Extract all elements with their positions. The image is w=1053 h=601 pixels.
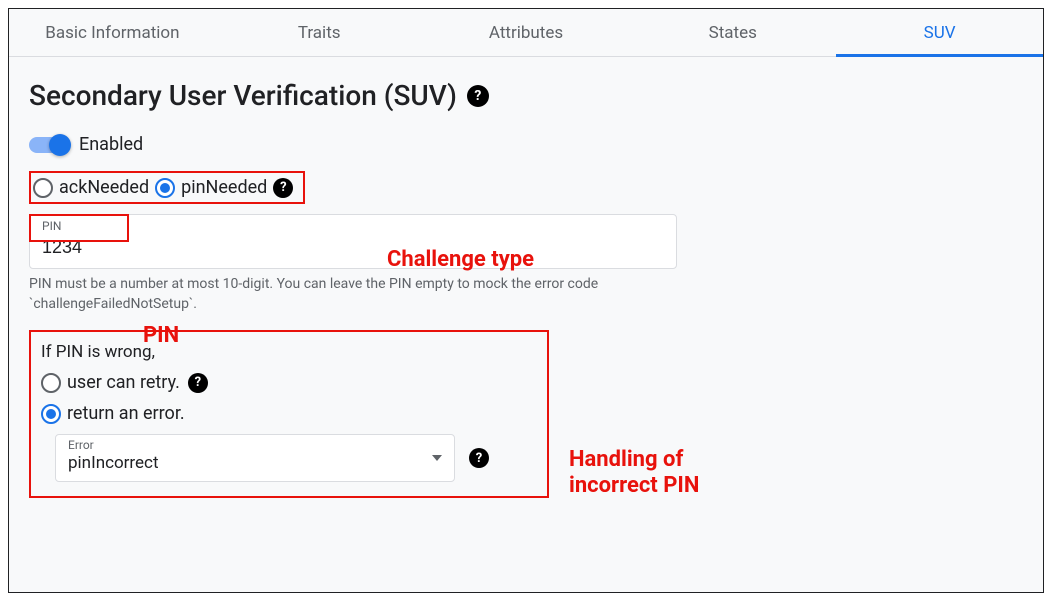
enabled-toggle[interactable]: [29, 137, 69, 153]
radio-return-error[interactable]: return an error.: [41, 403, 185, 424]
page-title: Secondary User Verification (SUV): [29, 79, 457, 112]
challenge-type-group: ackNeeded pinNeeded ?: [29, 171, 305, 204]
tab-states[interactable]: States: [629, 10, 836, 56]
enabled-toggle-row: Enabled: [29, 134, 1023, 155]
radio-label-pinneeded: pinNeeded: [181, 177, 267, 198]
radio-user-can-retry-row: user can retry. ?: [41, 372, 533, 393]
tab-basic-information[interactable]: Basic Information: [9, 10, 216, 56]
help-icon[interactable]: ?: [469, 448, 489, 468]
radio-button-error[interactable]: [41, 404, 61, 424]
radio-label-ackneeded: ackNeeded: [59, 177, 149, 198]
radio-button-pinneeded[interactable]: [155, 178, 175, 198]
tab-suv[interactable]: SUV: [836, 10, 1043, 56]
radio-button-retry[interactable]: [41, 373, 61, 393]
radio-ackneeded[interactable]: ackNeeded: [33, 177, 149, 198]
help-icon[interactable]: ?: [273, 178, 293, 198]
wrong-pin-group: If PIN is wrong, user can retry. ? retur…: [29, 330, 549, 498]
radio-user-can-retry[interactable]: user can retry.: [41, 372, 180, 393]
radio-pinneeded[interactable]: pinNeeded: [155, 177, 267, 198]
pin-helper-text: PIN must be a number at most 10-digit. Y…: [29, 275, 677, 314]
error-select[interactable]: Error pinIncorrect: [55, 434, 455, 482]
pin-float-label: PIN: [42, 219, 61, 233]
radio-label-retry: user can retry.: [67, 372, 180, 393]
chevron-down-icon: [432, 455, 442, 461]
wrong-pin-prompt: If PIN is wrong,: [41, 342, 533, 362]
content-area: Secondary User Verification (SUV) ? Enab…: [9, 57, 1043, 520]
tab-attributes[interactable]: Attributes: [423, 10, 630, 56]
tab-traits[interactable]: Traits: [216, 10, 423, 56]
radio-button-ackneeded[interactable]: [33, 178, 53, 198]
radio-label-error: return an error.: [67, 403, 185, 424]
tab-bar: Basic Information Traits Attributes Stat…: [9, 9, 1043, 57]
help-icon[interactable]: ?: [188, 373, 208, 393]
pin-field[interactable]: PIN: [29, 214, 677, 269]
enabled-toggle-label: Enabled: [79, 134, 143, 155]
annotation-handling: Handling of incorrect PIN: [569, 447, 769, 500]
radio-return-error-row: return an error.: [41, 403, 533, 424]
error-float-label: Error: [68, 438, 94, 452]
error-select-row: Error pinIncorrect ?: [55, 434, 533, 482]
app-window: Basic Information Traits Attributes Stat…: [8, 8, 1044, 593]
help-icon[interactable]: ?: [467, 85, 489, 107]
page-title-row: Secondary User Verification (SUV) ?: [29, 79, 1023, 112]
pin-field-row: PIN: [29, 214, 1023, 269]
